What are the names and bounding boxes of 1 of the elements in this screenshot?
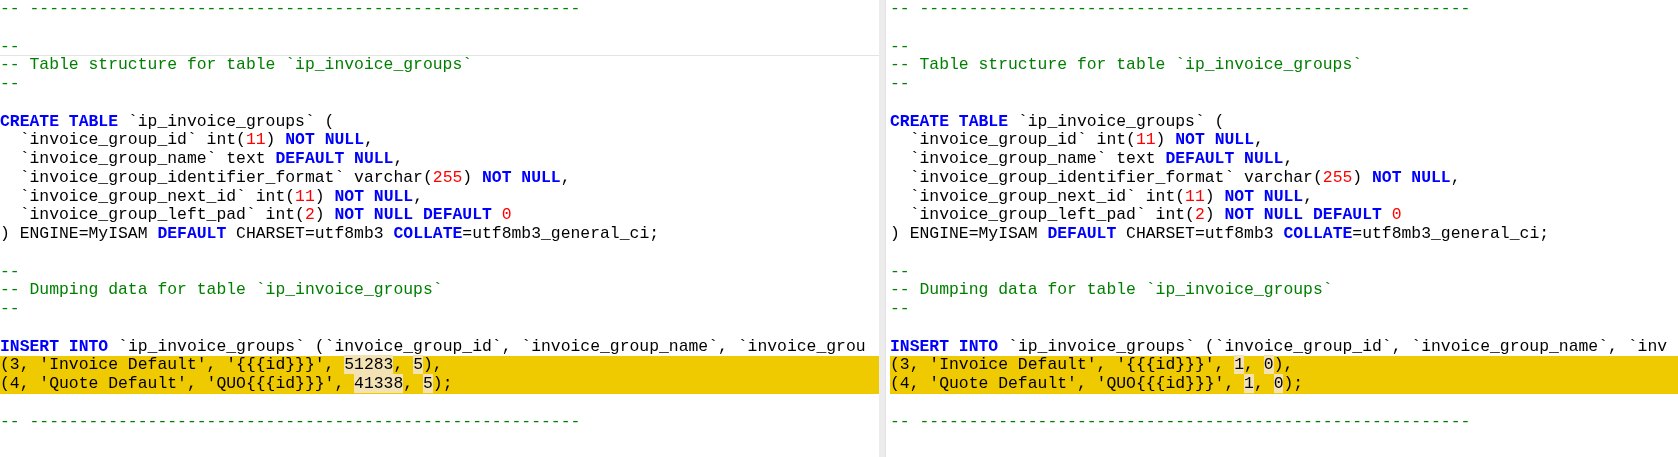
splitter-bar[interactable] (879, 0, 886, 457)
